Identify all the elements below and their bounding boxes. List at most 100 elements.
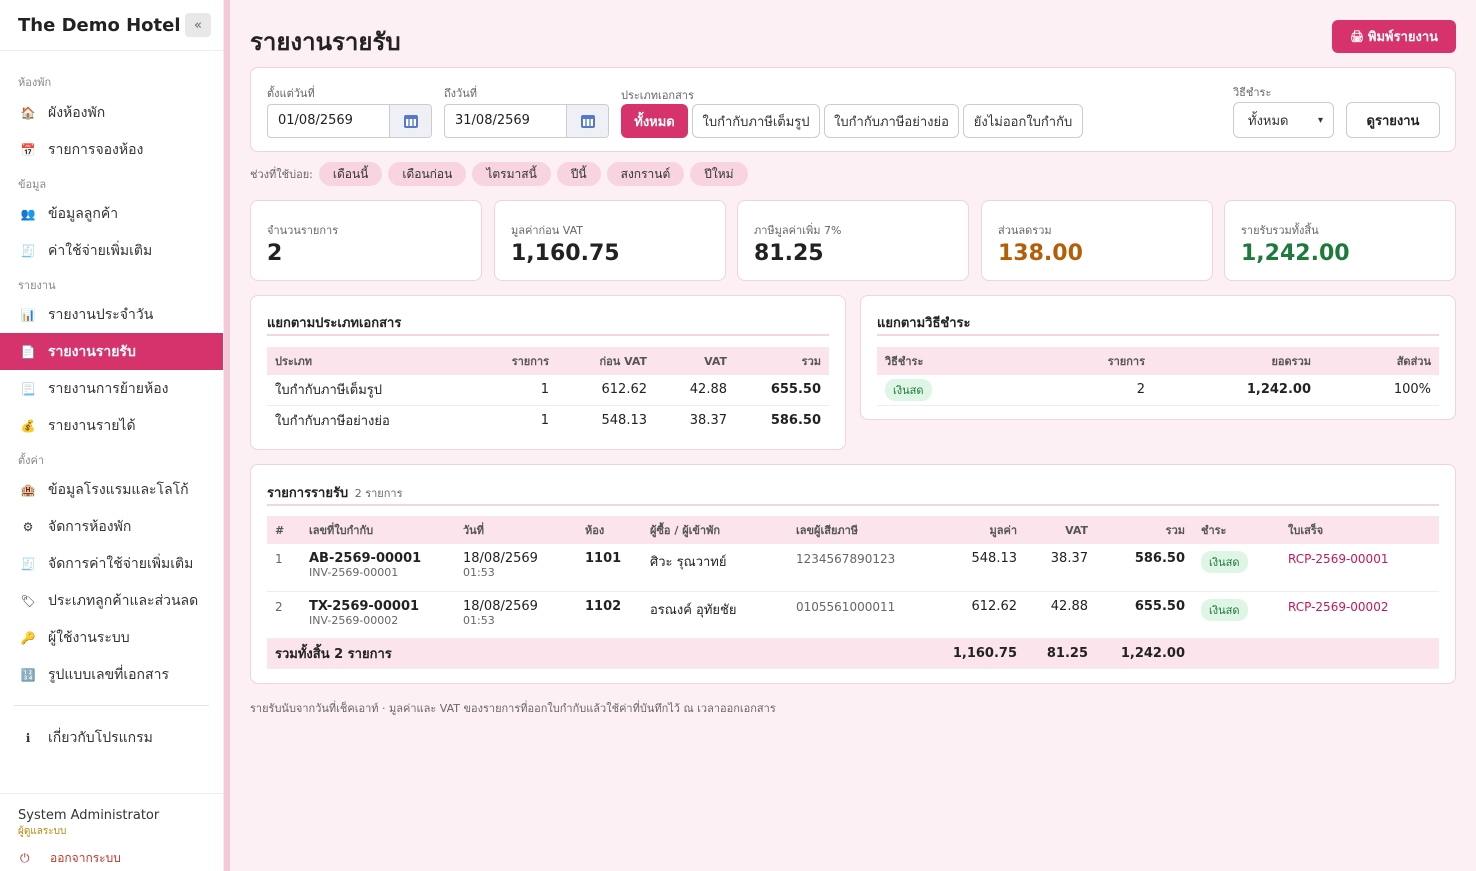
- from-date-value[interactable]: 01/08/2569: [268, 105, 389, 137]
- tag-icon: 🏷: [20, 593, 36, 608]
- sidebar-item-manage-extra[interactable]: 🧾 จัดการค่าใช้จ่ายเพิ่มเติม: [0, 545, 223, 582]
- cell: 38.37: [1025, 544, 1096, 592]
- time-value: 01:53: [463, 566, 495, 579]
- quick-range-label: ช่วงที่ใช้บ่อย:: [250, 168, 313, 181]
- document-icon: 📄: [20, 344, 36, 359]
- sidebar-item-hotel-info[interactable]: 🏨 ข้อมูลโรงแรมและโลโก้: [0, 471, 223, 508]
- receipt-link[interactable]: RCP-2569-00001: [1288, 552, 1388, 566]
- doc-number: TX-2569-00001: [309, 598, 420, 614]
- total-value: 1,160.75: [940, 638, 1025, 669]
- sidebar-item-label: รายงานการย้ายห้อง: [48, 380, 169, 397]
- sidebar-item-label: ผู้ใช้งานระบบ: [48, 629, 130, 646]
- by-payment-table: วิธีชำระ รายการ ยอดรวม สัดส่วน เงินสด 2 …: [877, 347, 1439, 406]
- col-header: VAT: [1025, 516, 1096, 544]
- quick-chip-songkran[interactable]: สงกรานต์: [606, 162, 685, 186]
- sidebar-item-label: ผังห้องพัก: [48, 104, 106, 121]
- col-header: ห้อง: [577, 516, 642, 544]
- table-row: 2 TX-2569-00001 INV-2569-00002 18/08/256…: [267, 591, 1439, 639]
- from-date-field[interactable]: 01/08/2569: [267, 104, 432, 138]
- receipts-count: 2 รายการ: [354, 487, 403, 500]
- sidebar-item-bookings[interactable]: 📅 รายการจองห้อง: [0, 131, 223, 168]
- cell: ศิวะ รุณวาทย์: [642, 544, 788, 592]
- section-rule: [267, 334, 829, 336]
- gear-icon: ⚙: [22, 519, 34, 534]
- doc-type-not-issued-button[interactable]: ยังไม่ออกใบกำกับ: [963, 104, 1083, 138]
- quick-chip-last-month[interactable]: เดือนก่อน: [388, 162, 467, 186]
- col-header: วิธีชำระ: [877, 347, 1033, 375]
- sidebar-item-about[interactable]: ℹ เกี่ยวกับโปรแกรม: [0, 719, 223, 756]
- sidebar-item-daily-report[interactable]: 📊 รายงานประจำวัน: [0, 296, 223, 333]
- quick-chip-this-quarter[interactable]: ไตรมาสนี้: [472, 162, 551, 186]
- by-payment-panel: แยกตามวิธีชำระ วิธีชำระ รายการ ยอดรวม สั…: [860, 295, 1456, 420]
- sidebar-item-income-report[interactable]: 💰 รายงานรายได้: [0, 407, 223, 444]
- by-doc-type-table: ประเภท รายการ ก่อน VAT VAT รวม ใบกำกับภา…: [267, 347, 829, 435]
- stat-card-total-income: รายรับรวมทั้งสิ้น 1,242.00: [1224, 200, 1456, 281]
- sidebar-item-label: ข้อมูลลูกค้า: [48, 205, 119, 222]
- total-sum: 1,242.00: [1096, 638, 1193, 669]
- stat-value: 2: [267, 241, 283, 266]
- hotel-name: The Demo Hotel: [18, 14, 181, 36]
- sidebar-item-room-chart[interactable]: 🏠 ผังห้องพัก: [0, 94, 223, 131]
- cell: 655.50: [735, 375, 829, 406]
- cell: ใบกำกับภาษีเต็มรูป: [267, 375, 487, 406]
- doc-type-all-button[interactable]: ทั้งหมด: [621, 104, 688, 138]
- sidebar-item-label: รายการจองห้อง: [48, 141, 144, 158]
- view-report-button[interactable]: ดูรายงาน: [1346, 102, 1440, 138]
- stat-label: รายรับรวมทั้งสิ้น: [1241, 224, 1319, 237]
- stat-label: มูลค่าก่อน VAT: [511, 224, 584, 237]
- payment-method-select[interactable]: ทั้งหมด ▾: [1233, 102, 1334, 138]
- cell: 548.13: [601, 412, 648, 428]
- section-rule: [877, 334, 1439, 336]
- sidebar-item-extra-costs[interactable]: 🧾 ค่าใช้จ่ายเพิ่มเติม: [0, 232, 223, 269]
- quick-chip-new-year[interactable]: ปีใหม่: [690, 162, 748, 186]
- cell: 548.13: [940, 544, 1025, 592]
- brand-bar: The Demo Hotel «: [0, 0, 223, 51]
- quick-chip-this-year[interactable]: ปีนี้: [556, 162, 601, 186]
- cell: 1: [487, 375, 557, 406]
- sidebar-item-manage-rooms[interactable]: ⚙ จัดการห้องพัก: [0, 508, 223, 545]
- doc-type-full-tax-button[interactable]: ใบกำกับภาษีเต็มรูป: [692, 104, 820, 138]
- col-header: ชำระ: [1193, 516, 1280, 544]
- section-title: รายการรายรับ 2 รายการ: [267, 482, 403, 503]
- sidebar-item-users[interactable]: 🔑 ผู้ใช้งานระบบ: [0, 619, 223, 656]
- stat-value: 81.25: [754, 241, 824, 266]
- cell: 1: [267, 544, 301, 592]
- cell: [1193, 638, 1280, 669]
- payment-badge: เงินสด: [1201, 551, 1248, 573]
- sidebar-item-label: เกี่ยวกับโปรแกรม: [48, 729, 153, 746]
- sidebar-item-room-move-report[interactable]: 📃 รายงานการย้ายห้อง: [0, 370, 223, 407]
- total-vat: 81.25: [1025, 638, 1096, 669]
- sidebar-item-label: รูปแบบเลขที่เอกสาร: [48, 666, 169, 683]
- sidebar-item-label: จัดการค่าใช้จ่ายเพิ่มเติม: [48, 555, 194, 572]
- quick-chip-this-month[interactable]: เดือนนี้: [318, 162, 383, 186]
- sidebar-item-receipts-report[interactable]: 📄 รายงานรายรับ: [0, 333, 223, 370]
- sidebar-scrollbar[interactable]: [224, 0, 230, 871]
- table-header-row: ประเภท รายการ ก่อน VAT VAT รวม: [267, 347, 829, 375]
- nav-section-rooms: ห้องพัก: [18, 76, 52, 89]
- collapse-sidebar-button[interactable]: «: [185, 13, 211, 37]
- doc-type-short-tax-button[interactable]: ใบกำกับภาษีอย่างย่อ: [824, 104, 959, 138]
- logout-button[interactable]: ⏻ ออกจากระบบ: [18, 849, 206, 868]
- print-report-button[interactable]: 🖨 พิมพ์รายงาน: [1332, 20, 1456, 53]
- receipt-link[interactable]: RCP-2569-00002: [1288, 600, 1388, 614]
- col-header: รวม: [735, 347, 829, 375]
- sidebar-item-customer-types[interactable]: 🏷 ประเภทลูกค้าและส่วนลด: [0, 582, 223, 619]
- col-header: เลขที่ใบกำกับ: [301, 516, 455, 544]
- to-date-value[interactable]: 31/08/2569: [445, 105, 566, 137]
- logout-label: ออกจากระบบ: [50, 851, 121, 865]
- to-date-field[interactable]: 31/08/2569: [444, 104, 609, 138]
- invoice-number: INV-2569-00002: [309, 613, 399, 627]
- sidebar-item-label: รายงานรายรับ: [48, 343, 136, 360]
- cell: 42.88: [655, 375, 735, 406]
- stat-value: 1,242.00: [1241, 241, 1350, 266]
- calendar-icon: [403, 114, 418, 128]
- cell: [1280, 638, 1439, 669]
- to-date-label: ถึงวันที่: [444, 87, 477, 100]
- to-date-picker-button[interactable]: [566, 105, 608, 137]
- col-header: #: [267, 516, 301, 544]
- sidebar-item-customers[interactable]: 👥 ข้อมูลลูกค้า: [0, 195, 223, 232]
- from-date-picker-button[interactable]: [389, 105, 431, 137]
- sidebar-item-label: จัดการห้องพัก: [48, 518, 132, 535]
- payment-badge: เงินสด: [1201, 598, 1248, 621]
- sidebar-item-doc-numbering[interactable]: 🔢 รูปแบบเลขที่เอกสาร: [0, 656, 223, 693]
